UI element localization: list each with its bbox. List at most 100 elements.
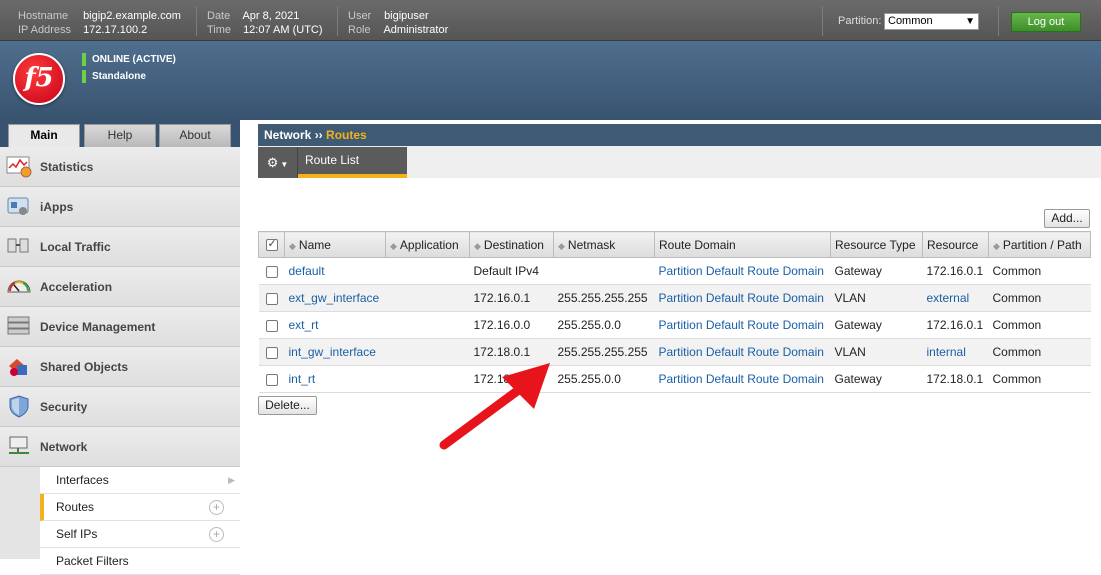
- column-header-application[interactable]: ◆ Application: [385, 231, 470, 258]
- subnav-item-packet-filters[interactable]: Packet Filters: [40, 548, 240, 575]
- status-online: ONLINE (ACTIVE): [82, 53, 176, 66]
- user-row: User bigipuser: [348, 9, 429, 23]
- role-label: Role: [348, 24, 371, 36]
- time-row: Time 12:07 AM (UTC): [207, 23, 323, 37]
- route-name-link[interactable]: ext_rt: [289, 318, 319, 332]
- f5-logo: f5: [13, 53, 65, 105]
- cell-partition: Common: [988, 338, 1091, 366]
- sort-icon: ◆: [558, 240, 565, 251]
- route-domain-link[interactable]: Partition Default Route Domain: [659, 372, 824, 386]
- column-header-name[interactable]: ◆ Name: [284, 231, 386, 258]
- row-checkbox[interactable]: [265, 292, 278, 305]
- date-label: Date: [207, 10, 231, 22]
- cell-resource-type: Gateway: [830, 311, 923, 339]
- sidebar-item-statistics[interactable]: Statistics: [0, 147, 240, 187]
- add-circle-icon[interactable]: +: [209, 500, 224, 515]
- partition-select[interactable]: Common ▼: [884, 13, 979, 30]
- header-divider: [337, 6, 338, 36]
- tab-main[interactable]: Main: [8, 124, 80, 148]
- column-header-partition[interactable]: ◆ Partition / Path: [988, 231, 1091, 258]
- add-circle-icon[interactable]: +: [209, 527, 224, 542]
- chevron-down-icon: ▼: [965, 16, 975, 27]
- cell-destination: 172.18.0.0: [469, 365, 554, 393]
- cell-destination: 172.18.0.1: [469, 338, 554, 366]
- cell-resource-type: Gateway: [830, 257, 923, 285]
- gear-menu-button[interactable]: ⚙ ▼: [258, 147, 298, 178]
- date-row: Date Apr 8, 2021: [207, 9, 299, 23]
- sidebar-item-label: iApps: [40, 200, 74, 214]
- add-button[interactable]: Add...: [1044, 209, 1090, 228]
- top-bar: Hostname bigip2.example.com IP Address 1…: [0, 0, 1101, 41]
- sidebar-item-label: Shared Objects: [40, 360, 129, 374]
- route-domain-link[interactable]: Partition Default Route Domain: [659, 318, 824, 332]
- resource-link[interactable]: external: [927, 291, 970, 305]
- breadcrumb-section[interactable]: Network: [264, 128, 311, 142]
- column-header-route-domain[interactable]: Route Domain: [654, 231, 831, 258]
- partition-selected-value: Common: [888, 15, 933, 27]
- route-name-link[interactable]: default: [289, 264, 325, 278]
- cell-application: [385, 257, 470, 285]
- route-domain-link[interactable]: Partition Default Route Domain: [659, 264, 824, 278]
- tab-help[interactable]: Help: [84, 124, 156, 147]
- partition-label: Partition:: [838, 15, 882, 27]
- ip-value: 172.17.100.2: [83, 24, 148, 36]
- table-row: int_gw_interface 172.18.0.1 255.255.255.…: [258, 338, 1091, 366]
- sort-icon: ◆: [390, 240, 397, 251]
- tab-route-list[interactable]: Route List: [298, 147, 407, 178]
- sidebar-item-acceleration[interactable]: Acceleration: [0, 267, 240, 307]
- cell-netmask: 255.255.255.255: [553, 338, 655, 366]
- row-checkbox[interactable]: [265, 265, 278, 278]
- subnav-item-interfaces[interactable]: Interfaces ▶: [40, 467, 240, 494]
- local-traffic-icon: [7, 238, 29, 253]
- column-header-resource[interactable]: Resource: [922, 231, 989, 258]
- sidebar-item-network[interactable]: Network: [0, 427, 240, 467]
- column-header-netmask[interactable]: ◆ Netmask: [553, 231, 655, 258]
- sort-icon: ◆: [993, 240, 1000, 251]
- network-icon: [9, 436, 29, 454]
- sidebar-item-device-management[interactable]: Device Management: [0, 307, 240, 347]
- row-checkbox[interactable]: [265, 319, 278, 332]
- row-checkbox[interactable]: [265, 373, 278, 386]
- column-header-resource-type[interactable]: Resource Type: [830, 231, 923, 258]
- sidebar-item-label: Local Traffic: [40, 240, 111, 254]
- header-divider: [196, 6, 197, 36]
- logout-button[interactable]: Log out: [1011, 12, 1081, 32]
- cell-resource-type: VLAN: [830, 338, 923, 366]
- column-header-destination[interactable]: ◆ Destination: [469, 231, 554, 258]
- subnav-item-label: Self IPs: [56, 527, 98, 541]
- header-divider: [998, 6, 999, 36]
- resource-link[interactable]: internal: [927, 345, 966, 359]
- sort-icon: ◆: [289, 240, 296, 251]
- select-all-header[interactable]: [258, 231, 285, 258]
- sort-icon: ◆: [474, 240, 481, 251]
- sidebar-item-label: Security: [40, 400, 88, 414]
- iapps-icon: [7, 197, 29, 215]
- breadcrumb-current: Routes: [326, 128, 367, 142]
- subnav-item-self-ips[interactable]: Self IPs +: [40, 521, 240, 548]
- cell-application: [385, 284, 470, 312]
- cell-netmask: 255.255.0.0: [553, 311, 655, 339]
- sidebar-item-iapps[interactable]: iApps: [0, 187, 240, 227]
- device-management-icon: [7, 316, 30, 335]
- shared-objects-icon: [9, 359, 27, 376]
- route-domain-link[interactable]: Partition Default Route Domain: [659, 291, 824, 305]
- select-all-checkbox[interactable]: [265, 237, 278, 252]
- date-value: Apr 8, 2021: [242, 10, 300, 22]
- cell-resource: 172.16.0.1: [922, 311, 989, 339]
- route-name-link[interactable]: int_gw_interface: [289, 345, 376, 359]
- gear-icon: ⚙: [266, 155, 279, 170]
- route-name-link[interactable]: int_rt: [289, 372, 316, 386]
- tab-about[interactable]: About: [159, 124, 231, 147]
- row-checkbox[interactable]: [265, 346, 278, 359]
- table-row: int_rt 172.18.0.0 255.255.0.0 Partition …: [258, 365, 1091, 393]
- sidebar-item-label: Statistics: [40, 160, 94, 174]
- sidebar-item-local-traffic[interactable]: Local Traffic: [0, 227, 240, 267]
- sidebar-item-security[interactable]: Security: [0, 387, 240, 427]
- routes-table: ◆Name ◆Application ◆Destination ◆Netmask…: [258, 231, 1091, 393]
- sidebar-item-shared-objects[interactable]: Shared Objects: [0, 347, 240, 387]
- cell-netmask: 255.255.0.0: [553, 365, 655, 393]
- subnav-item-routes[interactable]: Routes +: [40, 494, 240, 521]
- delete-button[interactable]: Delete...: [258, 396, 317, 415]
- route-domain-link[interactable]: Partition Default Route Domain: [659, 345, 824, 359]
- route-name-link[interactable]: ext_gw_interface: [289, 291, 380, 305]
